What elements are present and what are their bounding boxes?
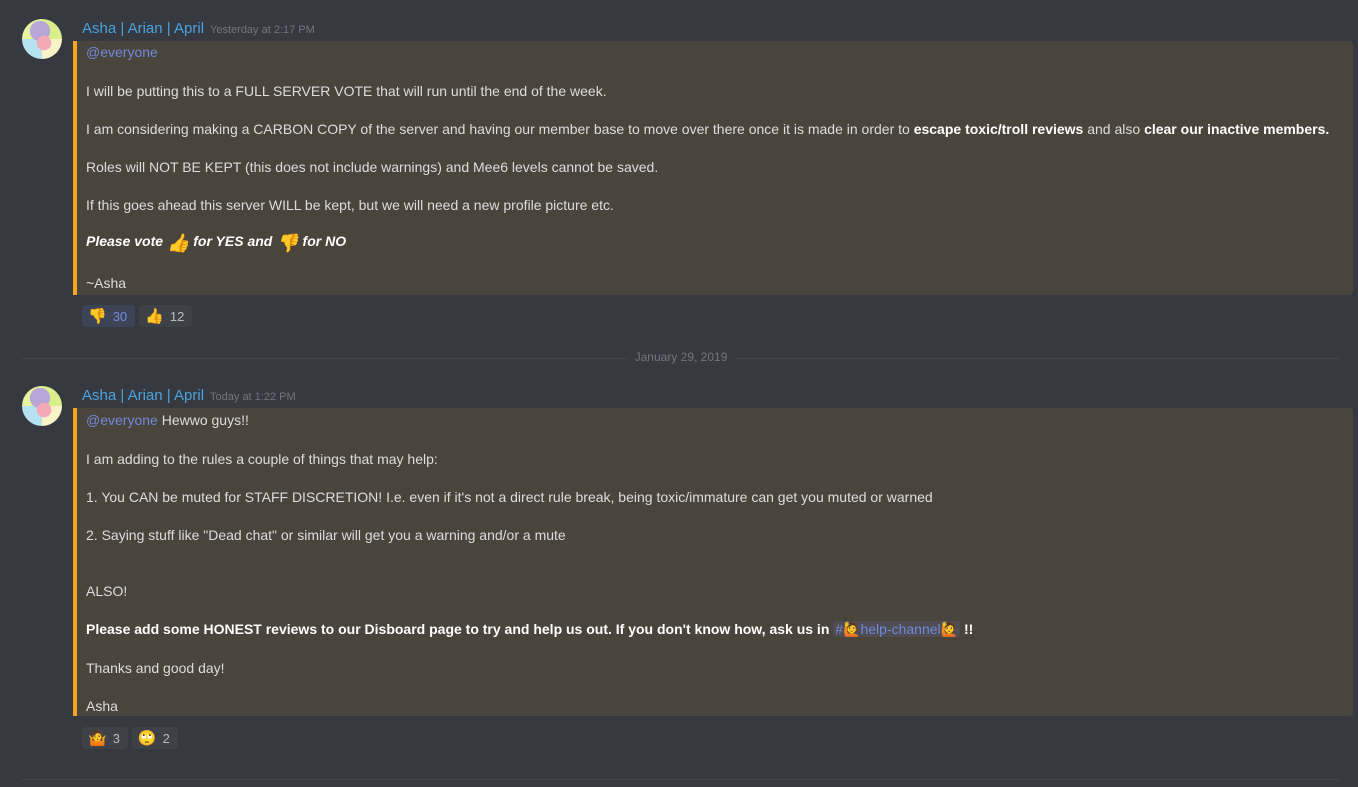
reaction-thumbs-down[interactable]: 👎 30 bbox=[82, 305, 136, 327]
signature: Asha bbox=[86, 698, 118, 714]
help-channel-link[interactable]: #🙋help-channel🙋 bbox=[833, 621, 961, 637]
timestamp: Yesterday at 2:17 PM bbox=[210, 24, 315, 36]
avatar[interactable] bbox=[22, 19, 62, 59]
message-header: Asha | Arian | April Today at 1:22 PM bbox=[82, 387, 296, 404]
message-line: Roles will NOT BE KEPT (this does not in… bbox=[86, 159, 659, 175]
username[interactable]: Asha | Arian | April bbox=[82, 387, 204, 404]
reactions: 👎 30 👍 12 bbox=[82, 305, 193, 327]
reaction-count: 12 bbox=[169, 308, 185, 324]
message-line: @everyone Hewwo guys!! bbox=[86, 412, 249, 428]
shrug-icon: 🤷 bbox=[88, 730, 107, 747]
date-divider-label: January 29, 2019 bbox=[626, 350, 736, 364]
message-line: If this goes ahead this server WILL be k… bbox=[86, 197, 614, 213]
message-line: I will be putting this to a FULL SERVER … bbox=[86, 83, 607, 99]
message-line: ALSO! bbox=[86, 583, 128, 599]
eye-roll-icon: 🙄 bbox=[137, 730, 157, 747]
mention-highlight: @everyone I will be putting this to a FU… bbox=[73, 41, 1353, 295]
thumbs-down-icon: 👎 bbox=[88, 308, 107, 325]
reaction-eye-roll[interactable]: 🙄 2 bbox=[131, 727, 178, 749]
reaction-count: 3 bbox=[112, 730, 120, 746]
vote-instructions: Please vote 👍 for YES and 👎 for NO bbox=[86, 233, 347, 253]
message-line: I am considering making a CARBON COPY of… bbox=[86, 121, 1330, 137]
reaction-count: 2 bbox=[162, 730, 170, 746]
everyone-mention[interactable]: @everyone bbox=[86, 412, 158, 428]
timestamp: Today at 1:22 PM bbox=[210, 391, 296, 403]
message-header: Asha | Arian | April Yesterday at 2:17 P… bbox=[82, 20, 315, 37]
thumbs-up-icon: 👍 bbox=[145, 308, 164, 325]
message-line: I am adding to the rules a couple of thi… bbox=[86, 451, 438, 467]
reaction-thumbs-up[interactable]: 👍 12 bbox=[139, 305, 193, 327]
message-line: Thanks and good day! bbox=[86, 660, 225, 676]
everyone-mention[interactable]: @everyone bbox=[86, 44, 158, 60]
message-divider bbox=[22, 779, 1340, 780]
message-line: 2. Saying stuff like "Dead chat" or simi… bbox=[86, 527, 566, 543]
avatar[interactable] bbox=[22, 386, 62, 426]
reaction-count: 30 bbox=[112, 308, 128, 324]
reaction-shrug[interactable]: 🤷 3 bbox=[82, 727, 128, 749]
message-line: 1. You CAN be muted for STAFF DISCRETION… bbox=[86, 489, 933, 505]
reactions: 🤷 3 🙄 2 bbox=[82, 727, 178, 749]
mention-highlight: @everyone Hewwo guys!! I am adding to th… bbox=[73, 408, 1353, 716]
message-line: Please add some HONEST reviews to our Di… bbox=[86, 621, 974, 637]
thumbs-down-icon: 👎 bbox=[276, 233, 299, 253]
thumbs-up-icon: 👍 bbox=[166, 233, 190, 253]
signature: ~Asha bbox=[86, 275, 127, 291]
username[interactable]: Asha | Arian | April bbox=[82, 20, 204, 37]
date-divider: January 29, 2019 bbox=[22, 350, 1340, 364]
